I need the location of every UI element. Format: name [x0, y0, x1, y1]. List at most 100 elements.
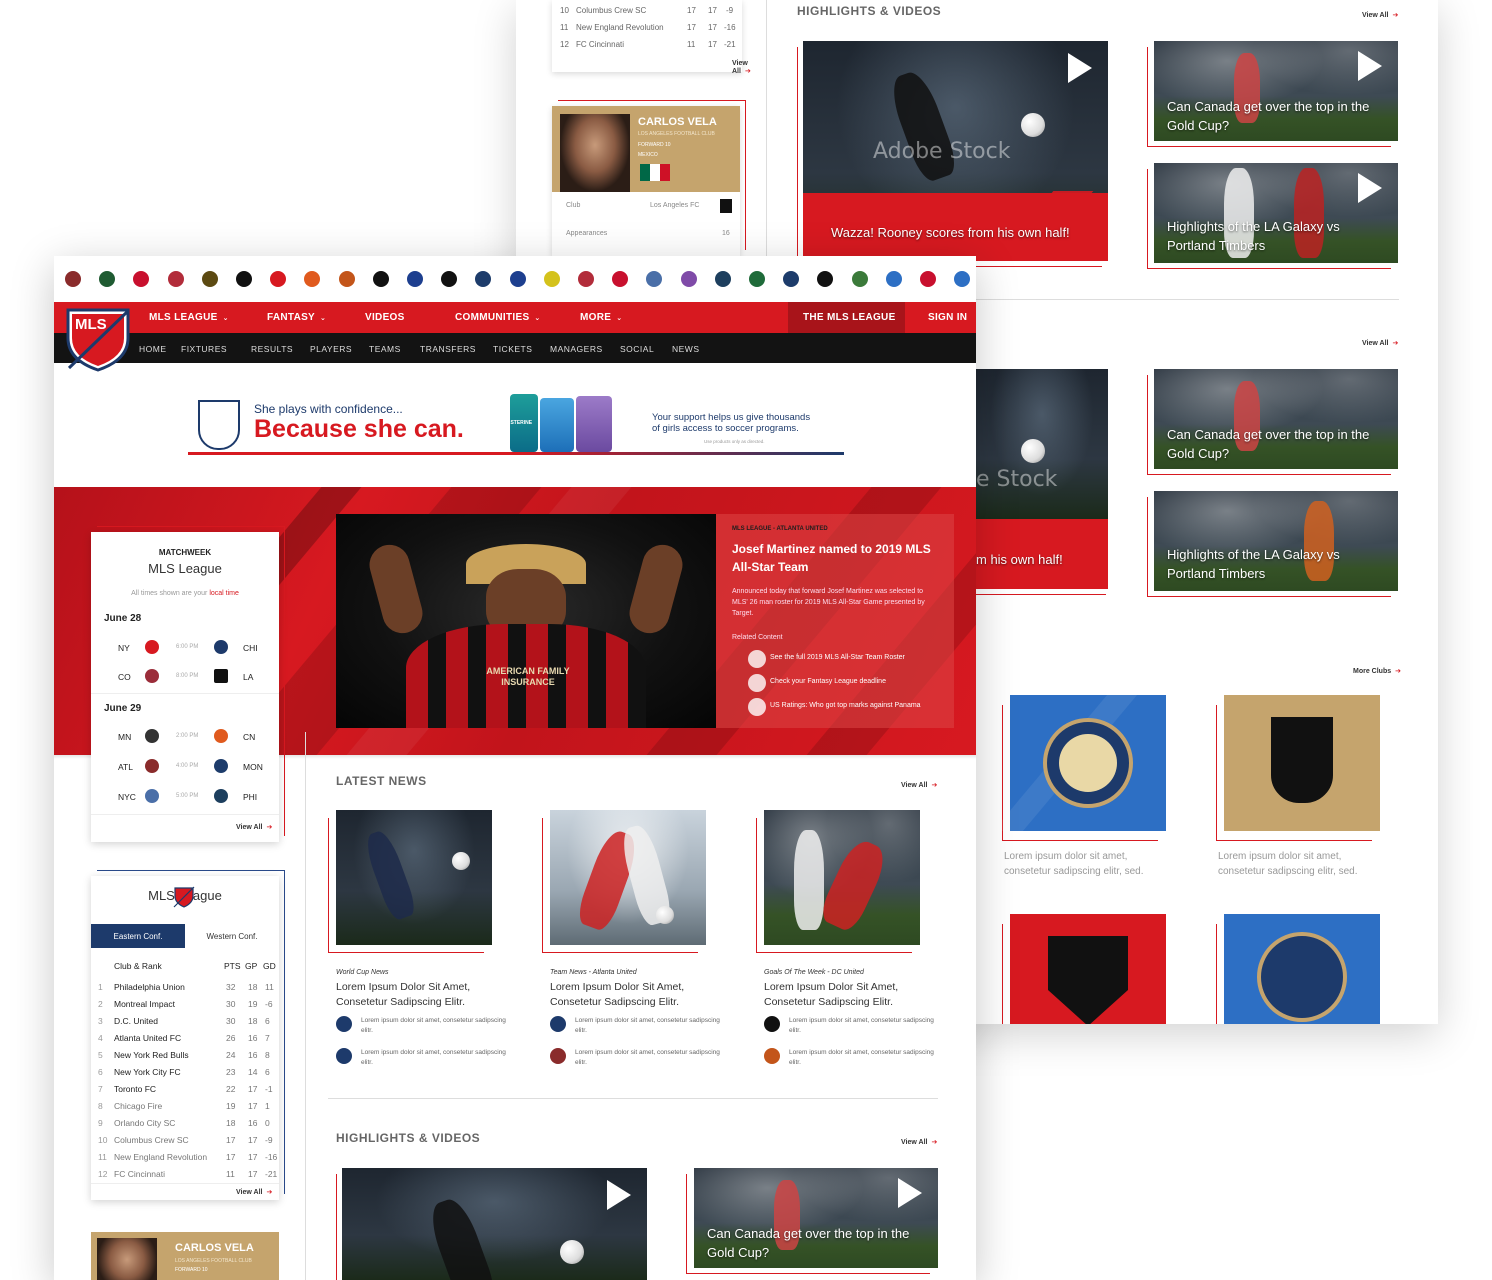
- subnav-social[interactable]: SOCIAL: [620, 344, 654, 354]
- club-card[interactable]: [1216, 695, 1380, 841]
- more-clubs-link[interactable]: More Clubs ➔: [1353, 667, 1401, 675]
- video-card[interactable]: [342, 1168, 647, 1280]
- subnav-transfers[interactable]: TRANSFERS: [420, 344, 476, 354]
- club-crest-icon[interactable]: [441, 271, 458, 287]
- match-row[interactable]: ATL 4:00 PM MON: [91, 757, 279, 777]
- related-link[interactable]: See the full 2019 MLS All-Star Team Rost…: [770, 654, 905, 661]
- subnav-tickets[interactable]: TICKETS: [493, 344, 532, 354]
- view-all-link[interactable]: View All ➔: [732, 60, 751, 75]
- club-crest-icon[interactable]: [714, 271, 731, 287]
- club-crest-icon[interactable]: [851, 271, 868, 287]
- video-card[interactable]: Highlights of the LA Galaxy vs Portland …: [1154, 491, 1398, 591]
- news-title[interactable]: Lorem Ipsum Dolor Sit Amet, Consetetur S…: [336, 980, 492, 1010]
- club-crest-icon[interactable]: [543, 271, 560, 287]
- club-crest-icon[interactable]: [133, 271, 150, 287]
- news-sub-item[interactable]: Lorem ipsum dolor sit amet, consetetur s…: [764, 1016, 934, 1042]
- view-all-link[interactable]: View All ➔: [1362, 11, 1398, 19]
- subnav-fixtures[interactable]: FIXTURES: [181, 344, 227, 354]
- view-all-link[interactable]: View All ➔: [901, 1138, 937, 1146]
- tab-western-conf[interactable]: Western Conf.: [185, 924, 279, 948]
- subnav-news[interactable]: NEWS: [672, 344, 700, 354]
- table-row[interactable]: 6 New York City FC 23 14 6: [91, 1064, 279, 1080]
- video-card[interactable]: Can Canada get over the top in the Gold …: [1154, 369, 1398, 469]
- subnav-managers[interactable]: MANAGERS: [550, 344, 603, 354]
- hero-image[interactable]: AMERICAN FAMILY INSURANCE: [336, 514, 716, 728]
- play-icon[interactable]: [1068, 53, 1092, 83]
- club-crest-icon[interactable]: [885, 271, 902, 287]
- club-crest-icon[interactable]: [612, 271, 629, 287]
- player-card[interactable]: CARLOS VELA LOS ANGELES FOOTBALL CLUB FO…: [552, 106, 740, 256]
- related-link[interactable]: US Ratings: Who got top marks against Pa…: [770, 702, 921, 709]
- table-row[interactable]: 8 Chicago Fire 19 17 1: [91, 1098, 279, 1114]
- sign-in-button[interactable]: SIGN IN: [928, 312, 967, 323]
- club-crest-icon[interactable]: [65, 271, 81, 287]
- nav-the-mls-league[interactable]: THE MLS LEAGUE: [803, 312, 896, 323]
- club-crest-icon[interactable]: [201, 271, 218, 287]
- club-crest-icon[interactable]: [749, 271, 765, 287]
- table-row[interactable]: 3 D.C. United 30 18 6: [91, 1013, 279, 1029]
- club-card[interactable]: [1002, 914, 1166, 1024]
- club-crest-icon[interactable]: [236, 271, 252, 287]
- nav-fantasy[interactable]: FANTASY ⌄: [267, 312, 326, 323]
- view-all-link[interactable]: View All ➔: [236, 1188, 272, 1196]
- news-card[interactable]: Goals Of The Week - DC United Lorem Ipsu…: [756, 810, 934, 1074]
- table-row[interactable]: 2 Montreal Impact 30 19 -6: [91, 996, 279, 1012]
- related-link[interactable]: Check your Fantasy League deadline: [770, 678, 886, 685]
- club-crest-icon[interactable]: [920, 271, 936, 287]
- play-icon[interactable]: [898, 1178, 922, 1208]
- club-crest-icon[interactable]: [338, 271, 355, 287]
- view-all-link[interactable]: View All ➔: [901, 781, 937, 789]
- table-row[interactable]: 7 Toronto FC 22 17 -1: [91, 1081, 279, 1097]
- club-crest-icon[interactable]: [304, 271, 321, 287]
- club-crest-icon[interactable]: [783, 271, 800, 287]
- news-sub-item[interactable]: Lorem ipsum dolor sit amet, consetetur s…: [550, 1048, 720, 1074]
- club-crest-icon[interactable]: [680, 271, 697, 287]
- club-crest-icon[interactable]: [578, 271, 594, 287]
- view-all-link[interactable]: View All ➔: [1362, 339, 1398, 347]
- play-icon[interactable]: [1358, 173, 1382, 203]
- video-card[interactable]: Adobe Stock Wazza! Rooney scores from hi…: [803, 41, 1108, 261]
- nav-more[interactable]: MORE ⌄: [580, 312, 622, 323]
- table-row[interactable]: 9 Orlando City SC 18 16 0: [91, 1115, 279, 1131]
- club-crest-icon[interactable]: [407, 271, 423, 287]
- local-time-link[interactable]: local time: [209, 590, 239, 597]
- subnav-teams[interactable]: TEAMS: [369, 344, 401, 354]
- subnav-players[interactable]: PLAYERS: [310, 344, 352, 354]
- table-row[interactable]: 4 Atlanta United FC 26 16 7: [91, 1030, 279, 1046]
- club-card[interactable]: [1216, 914, 1380, 1024]
- table-row[interactable]: 10 Columbus Crew SC 17 17 -9: [91, 1132, 279, 1148]
- video-card[interactable]: Highlights of the LA Galaxy vs Portland …: [1154, 163, 1398, 263]
- news-sub-item[interactable]: Lorem ipsum dolor sit amet, consetetur s…: [764, 1048, 934, 1074]
- video-card[interactable]: e Stock: [976, 369, 1108, 519]
- nav-mls-league[interactable]: MLS LEAGUE ⌄: [149, 312, 229, 323]
- news-card[interactable]: Team News - Atlanta United Lorem Ipsum D…: [542, 810, 720, 1074]
- nav-videos[interactable]: VIDEOS: [365, 312, 405, 323]
- subnav-home[interactable]: HOME: [139, 344, 167, 354]
- club-crest-icon[interactable]: [99, 271, 116, 287]
- play-icon[interactable]: [607, 1180, 631, 1210]
- club-crest-icon[interactable]: [646, 271, 663, 287]
- play-icon[interactable]: [1358, 51, 1382, 81]
- video-card[interactable]: Can Canada get over the top in the Gold …: [694, 1168, 938, 1268]
- hero-title[interactable]: Josef Martinez named to 2019 MLS All-Sta…: [732, 540, 944, 576]
- table-row[interactable]: 11 New England Revolution 17 17 -16: [91, 1149, 279, 1165]
- view-all-link[interactable]: View All ➔: [236, 823, 272, 831]
- nav-communities[interactable]: COMMUNITIES ⌄: [455, 312, 541, 323]
- news-sub-item[interactable]: Lorem ipsum dolor sit amet, consetetur s…: [550, 1016, 720, 1042]
- table-row[interactable]: 5 New York Red Bulls 24 16 8: [91, 1047, 279, 1063]
- subnav-results[interactable]: RESULTS: [251, 344, 293, 354]
- match-row[interactable]: CO 8:00 PM LA: [91, 667, 279, 687]
- tab-eastern-conf[interactable]: Eastern Conf.: [91, 924, 185, 948]
- news-title[interactable]: Lorem Ipsum Dolor Sit Amet, Consetetur S…: [764, 980, 920, 1010]
- table-row[interactable]: 12 FC Cincinnati 11 17 -21: [91, 1166, 279, 1182]
- club-crest-icon[interactable]: [167, 271, 184, 287]
- club-crest-icon[interactable]: [475, 271, 492, 287]
- club-crest-icon[interactable]: [954, 271, 971, 287]
- club-crest-icon[interactable]: [509, 271, 526, 287]
- club-card[interactable]: [992, 695, 1166, 841]
- club-crest-icon[interactable]: [270, 271, 287, 287]
- club-crest-icon[interactable]: [817, 271, 834, 287]
- player-card[interactable]: CARLOS VELA LOS ANGELES FOOTBALL CLUB FO…: [91, 1232, 279, 1280]
- club-crest-icon[interactable]: [372, 271, 389, 287]
- mls-logo[interactable]: MLS: [65, 308, 131, 372]
